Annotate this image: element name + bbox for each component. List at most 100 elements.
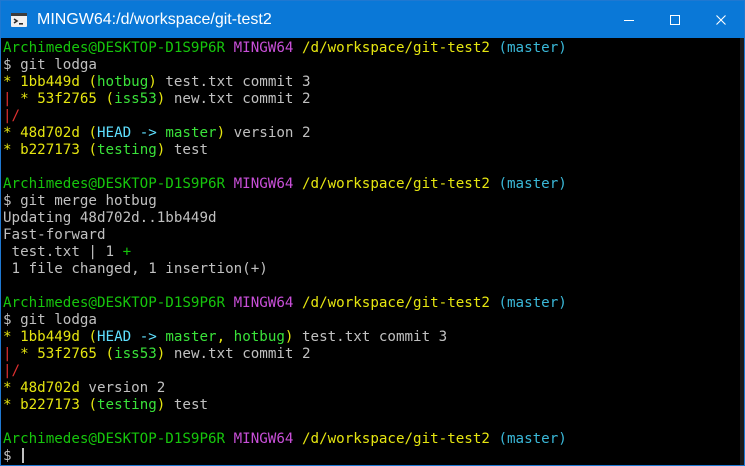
terminal-text: ( [88, 329, 97, 345]
terminal-text: /d/workspace/git-test2 [301, 431, 490, 447]
minimize-icon [624, 19, 634, 21]
terminal-text: (master) [498, 295, 567, 311]
terminal-text: 1 file changed, 1 insertion(+) [3, 261, 268, 277]
terminal-text: $ git merge hotbug [3, 193, 157, 209]
terminal-text: 53f2765 [37, 346, 97, 362]
terminal-line: Archimedes@DESKTOP-D1S9P6R MINGW64 /d/wo… [3, 295, 744, 312]
terminal-line: |/ [3, 108, 744, 125]
terminal-text: (master) [498, 40, 567, 56]
terminal-line: * 48d702d version 2 [3, 380, 744, 397]
terminal-text: /d/workspace/git-test2 [301, 176, 490, 192]
maximize-icon [670, 14, 680, 25]
text-cursor [22, 448, 25, 463]
terminal-text: b227173 [20, 142, 80, 158]
terminal-text: Archimedes@DESKTOP-D1S9P6R [3, 431, 226, 447]
terminal-text: (master) [498, 176, 567, 192]
terminal-line: $ git lodga [3, 57, 744, 74]
terminal-text: HEAD -> [96, 329, 166, 345]
terminal-text: master [165, 125, 217, 141]
terminal-text: ( [88, 74, 97, 90]
terminal-text: 1bb449d [20, 329, 80, 345]
terminal-text: testing [96, 142, 157, 158]
terminal-text: | [3, 346, 12, 362]
terminal-window: MINGW64:/d/workspace/git-test2 Archimede… [0, 0, 745, 466]
git-bash-icon [9, 10, 29, 30]
terminal-text: * [3, 74, 12, 90]
terminal-line: | * 53f2765 (iss53) new.txt commit 2 [3, 346, 744, 363]
terminal-text: | [3, 91, 12, 107]
terminal-text: 48d702d [20, 380, 80, 396]
terminal-text: test [165, 397, 209, 413]
maximize-button[interactable] [652, 1, 698, 38]
terminal-text: b227173 [20, 397, 80, 413]
terminal-text: Fast-forward [3, 227, 106, 243]
terminal-text: new.txt commit 2 [165, 346, 311, 362]
terminal-line: test.txt | 1 + [3, 244, 744, 261]
title-bar[interactable]: MINGW64:/d/workspace/git-test2 [1, 1, 744, 38]
terminal-text: iss53 [114, 346, 157, 362]
terminal-text: /d/workspace/git-test2 [301, 40, 490, 56]
terminal-text: * [20, 346, 29, 362]
window-controls [606, 1, 744, 38]
terminal-line: Archimedes@DESKTOP-D1S9P6R MINGW64 /d/wo… [3, 176, 744, 193]
terminal-text: , [216, 329, 234, 345]
terminal-text: (master) [498, 431, 567, 447]
terminal-text: MINGW64 [233, 431, 294, 447]
scrollbar[interactable] [740, 38, 744, 465]
terminal-text: $ [3, 448, 21, 464]
terminal-line: $ git merge hotbug [3, 193, 744, 210]
terminal-text: $ git lodga [3, 57, 97, 73]
terminal-text: * [3, 125, 12, 141]
terminal-text: Archimedes@DESKTOP-D1S9P6R [3, 176, 226, 192]
terminal-line: Fast-forward [3, 227, 744, 244]
terminal-text: iss53 [114, 91, 157, 107]
terminal-text: ) [148, 74, 157, 90]
terminal-text: * [3, 329, 12, 345]
terminal-text: $ git lodga [3, 312, 97, 328]
terminal-text: test.txt commit 3 [293, 329, 448, 345]
terminal-text: ( [88, 125, 97, 141]
terminal-line: Updating 48d702d..1bb449d [3, 210, 744, 227]
terminal-text: ( [105, 346, 115, 362]
terminal-text: MINGW64 [233, 176, 294, 192]
terminal-text: test [165, 142, 209, 158]
terminal-line: 1 file changed, 1 insertion(+) [3, 261, 744, 278]
terminal-text: + [122, 244, 132, 260]
terminal-text: test.txt commit 3 [156, 74, 311, 90]
terminal-line: | * 53f2765 (iss53) new.txt commit 2 [3, 91, 744, 108]
terminal-text: version 2 [79, 380, 166, 396]
terminal-line: $ git lodga [3, 312, 744, 329]
terminal-line: * 48d702d (HEAD -> master) version 2 [3, 125, 744, 142]
terminal-output[interactable]: Archimedes@DESKTOP-D1S9P6R MINGW64 /d/wo… [1, 38, 744, 465]
terminal-text: hotbug [233, 329, 285, 345]
close-icon [716, 14, 726, 25]
terminal-text: HEAD -> [96, 125, 166, 141]
minimize-button[interactable] [606, 1, 652, 38]
terminal-text: version 2 [225, 125, 311, 141]
terminal-text: ( [105, 91, 115, 107]
terminal-text: hotbug [96, 74, 149, 90]
terminal-text: Archimedes@DESKTOP-D1S9P6R [3, 295, 226, 311]
close-button[interactable] [698, 1, 744, 38]
terminal-text: * [3, 142, 12, 158]
terminal-text: MINGW64 [233, 40, 294, 56]
terminal-text: * [3, 380, 12, 396]
